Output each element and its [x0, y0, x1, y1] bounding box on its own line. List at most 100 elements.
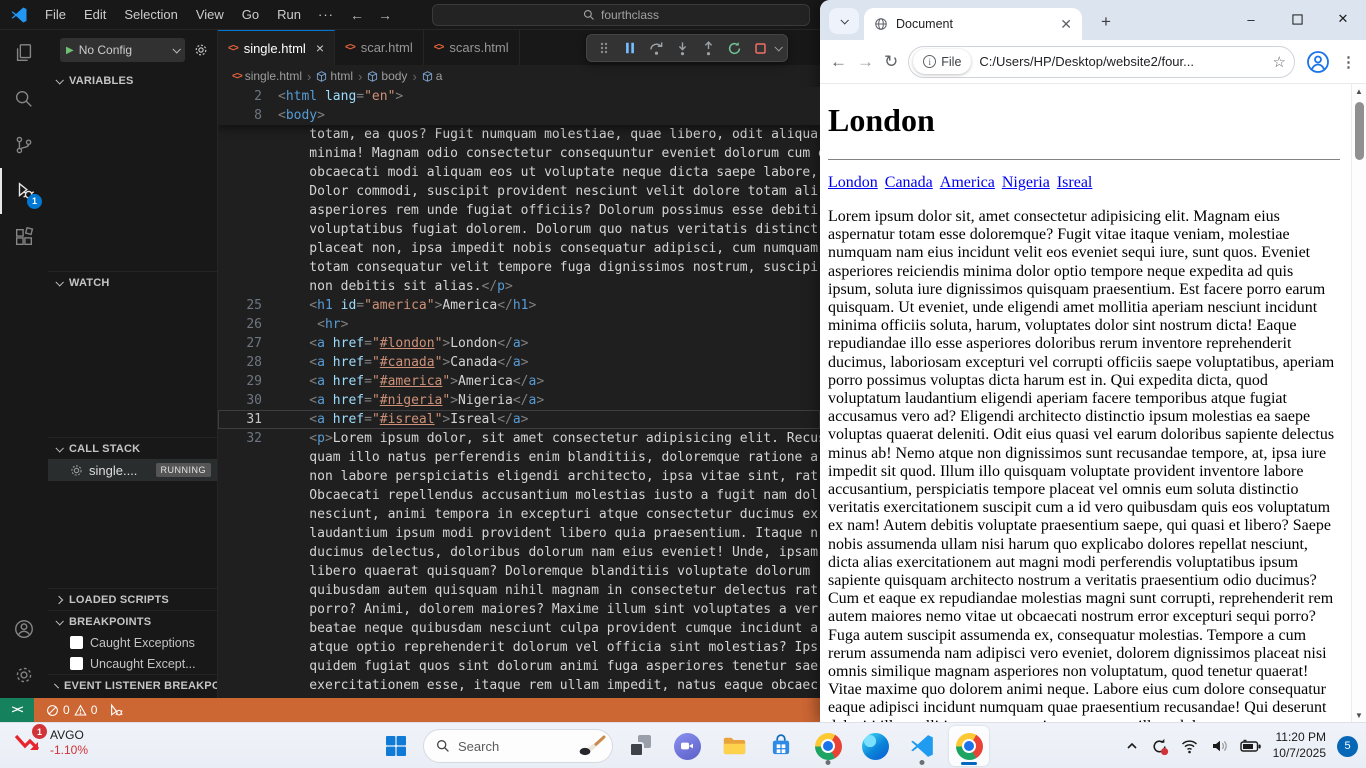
run-and-debug-icon[interactable]: 1 — [0, 168, 48, 214]
taskbar-clock[interactable]: 11:20 PM 10/7/2025 — [1273, 730, 1326, 761]
loaded-scripts-section-header[interactable]: LOADED SCRIPTS — [48, 588, 217, 610]
checkbox-unchecked-icon[interactable] — [70, 636, 83, 649]
menu-selection[interactable]: Selection — [115, 4, 186, 26]
profile-avatar[interactable] — [1305, 49, 1331, 75]
code-line[interactable]: atque optio reprehenderit dolorum vel of… — [218, 638, 820, 657]
toolbar-grip-icon[interactable] — [593, 37, 615, 59]
menu-overflow[interactable]: ··· — [310, 7, 342, 22]
account-icon[interactable] — [0, 606, 48, 652]
stocks-widget[interactable]: 1 AVGO -1.10% — [12, 728, 88, 758]
breakpoint-row[interactable]: Uncaught Except... — [48, 653, 217, 674]
hidden-icons-chevron-icon[interactable] — [1125, 739, 1139, 753]
menu-run[interactable]: Run — [268, 4, 310, 26]
code-line[interactable]: non debitis sit alias.</p> — [218, 277, 820, 296]
code-line[interactable]: 27 <a href="#london">London</a> — [218, 334, 820, 353]
code-line[interactable]: voluptatibus fugiat dolorem. Dolorum quo… — [218, 220, 820, 239]
code-line[interactable]: 29 <a href="#america">America</a> — [218, 372, 820, 391]
stop-button[interactable] — [749, 37, 771, 59]
code-line[interactable]: porro? Animi, dolorem maiores? Maxime il… — [218, 600, 820, 619]
page-link-london[interactable]: London — [828, 174, 878, 191]
scroll-down-icon[interactable]: ▼ — [1352, 708, 1366, 722]
restart-button[interactable] — [723, 37, 745, 59]
code-line[interactable]: 2<html lang="en"> — [218, 87, 820, 106]
code-line[interactable]: ducimus delectus, doloribus dolorum nam … — [218, 543, 820, 562]
explorer-icon[interactable] — [0, 30, 48, 76]
code-line[interactable]: minima! Magnam odio consectetur consequu… — [218, 144, 820, 163]
notification-badge[interactable]: 5 — [1337, 736, 1358, 757]
reload-icon[interactable]: ↻ — [884, 52, 898, 72]
page-scrollbar[interactable]: ▲ ▼ — [1351, 84, 1366, 722]
close-button[interactable]: ✕ — [1320, 0, 1366, 38]
breadcrumb-html[interactable]: html — [316, 69, 353, 83]
code-line[interactable]: 32 <p>Lorem ipsum dolor, sit amet consec… — [218, 429, 820, 448]
code-line[interactable]: exercitationem esse, itaque rem ullam im… — [218, 676, 820, 695]
page-link-america[interactable]: America — [940, 174, 995, 191]
chrome-button[interactable] — [808, 726, 848, 766]
page-link-nigeria[interactable]: Nigeria — [1002, 174, 1050, 191]
menu-edit[interactable]: Edit — [75, 4, 115, 26]
code-line[interactable]: 28 <a href="#canada">Canada</a> — [218, 353, 820, 372]
step-into-button[interactable] — [671, 37, 693, 59]
menu-file[interactable]: File — [36, 4, 75, 26]
tab-search-button[interactable] — [829, 8, 859, 34]
browser-tab-document[interactable]: Document ✕ — [864, 8, 1082, 40]
problems-indicator[interactable]: 0 0 — [46, 703, 97, 717]
code-line[interactable]: placeat non, ipsa impedit nobis consequa… — [218, 239, 820, 258]
code-line[interactable]: quibusdam autem quisquam nihil magnam in… — [218, 581, 820, 600]
checkbox-unchecked-icon[interactable] — [70, 657, 83, 670]
breadcrumb-a[interactable]: a — [422, 69, 443, 83]
code-line[interactable]: asperiores rem unde fugiat officiis? Dol… — [218, 201, 820, 220]
command-center-search[interactable]: fourthclass — [432, 4, 810, 26]
remote-indicator[interactable]: >< — [0, 698, 34, 722]
code-line[interactable]: laudantium ipsum modi provident libero q… — [218, 524, 820, 543]
code-line[interactable]: quidem fugiat quos sint dolorum animi fu… — [218, 657, 820, 676]
menu-go[interactable]: Go — [233, 4, 268, 26]
debug-settings-gear-icon[interactable] — [193, 42, 209, 58]
code-line[interactable]: totam consequatur velit tempore fuga dig… — [218, 258, 820, 277]
menu-view[interactable]: View — [187, 4, 233, 26]
code-line[interactable]: nesciunt, animi tempora in excepturi atq… — [218, 505, 820, 524]
code-line[interactable]: Dolor commodi, suscipit provident nesciu… — [218, 182, 820, 201]
event-listener-section-header[interactable]: EVENT LISTENER BREAKPO... — [48, 674, 217, 696]
code-line[interactable]: 31 <a href="#isreal">Isreal</a> — [218, 410, 820, 429]
code-line[interactable]: totam, ea quos? Fugit numquam molestiae,… — [218, 125, 820, 144]
code-line[interactable]: non labore perspiciatis eligendi archite… — [218, 467, 820, 486]
menu-kebab-icon[interactable]: ⋮ — [1341, 53, 1356, 71]
bookmark-star-icon[interactable]: ☆ — [1273, 53, 1286, 71]
call-stack-section-header[interactable]: CALL STACK — [48, 437, 217, 459]
edge-button[interactable] — [855, 726, 895, 766]
task-view-button[interactable] — [620, 726, 660, 766]
call-stack-item[interactable]: single.... RUNNING — [48, 459, 217, 481]
code-editor[interactable]: 2<html lang="en">8<body> totam, ea quos?… — [218, 87, 820, 698]
code-line[interactable]: beatae neque quibusdam nesciunt culpa pr… — [218, 619, 820, 638]
forward-icon[interactable]: → — [857, 52, 874, 72]
chrome-active-button[interactable] — [949, 726, 989, 766]
stop-dropdown-chevron-icon[interactable] — [774, 43, 782, 51]
code-line[interactable]: obcaecati modi aliquam eos ut voluptate … — [218, 163, 820, 182]
code-line[interactable]: 8<body> — [218, 106, 820, 125]
new-tab-button[interactable]: + — [1094, 12, 1118, 32]
code-line[interactable]: 26 <hr> — [218, 315, 820, 334]
minimize-button[interactable]: – — [1228, 0, 1274, 38]
step-over-button[interactable] — [645, 37, 667, 59]
back-icon[interactable]: ← — [830, 52, 847, 72]
taskbar-search[interactable]: Search — [423, 729, 613, 763]
breakpoint-row[interactable]: Caught Exceptions — [48, 632, 217, 653]
code-line[interactable]: quam illo natus perferendis enim blandit… — [218, 448, 820, 467]
wifi-icon[interactable] — [1180, 738, 1199, 754]
start-button[interactable] — [376, 726, 416, 766]
vscode-button[interactable] — [902, 726, 942, 766]
watch-section-header[interactable]: WATCH — [48, 271, 217, 293]
file-explorer-button[interactable] — [714, 726, 754, 766]
tab-scar.html[interactable]: <>scar.html — [335, 30, 424, 65]
battery-charging-icon[interactable] — [1240, 739, 1262, 753]
tab-close-icon[interactable]: ✕ — [1060, 16, 1072, 33]
update-pending-icon[interactable] — [1150, 737, 1169, 756]
code-line[interactable]: Obcaecati repellendus accusantium molest… — [218, 486, 820, 505]
page-link-isreal[interactable]: Isreal — [1057, 174, 1093, 191]
extensions-icon[interactable] — [0, 214, 48, 260]
pause-button[interactable] — [619, 37, 641, 59]
settings-gear-icon[interactable] — [0, 652, 48, 698]
breadcrumb-single.html[interactable]: <> single.html — [232, 69, 302, 83]
tab-close-icon[interactable]: × — [316, 40, 324, 56]
